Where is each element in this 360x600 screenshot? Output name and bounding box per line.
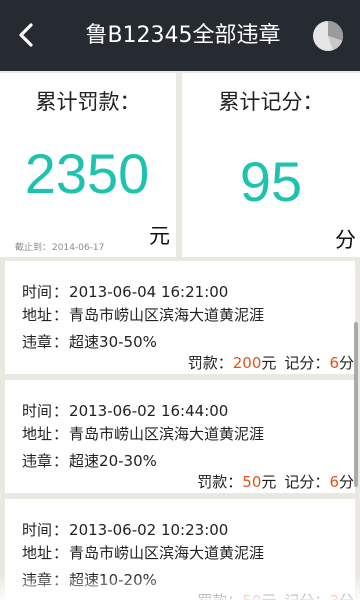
violation-label: 违章 xyxy=(22,333,53,351)
place-label: 地址 xyxy=(22,544,53,562)
points-label: 记分 xyxy=(284,592,314,600)
colon: ： xyxy=(53,283,69,301)
time-label: 时间 xyxy=(22,283,53,301)
time-value: 2013-06-02 10:23:00 xyxy=(69,521,229,539)
colon: ： xyxy=(53,452,69,470)
total-points-unit: 分 xyxy=(335,228,356,252)
violation-time: 时间：2013-06-04 16:21:00 xyxy=(22,281,228,303)
violation-card[interactable]: 时间：2013-06-04 16:21:00 地址：青岛市崂山区滨海大道黄泥涯 … xyxy=(5,261,355,374)
fine-unit: 元 xyxy=(261,592,276,600)
violation-place: 地址：青岛市崂山区滨海大道黄泥涯 xyxy=(22,304,264,326)
colon: ： xyxy=(53,402,69,420)
violation-card[interactable]: 时间：2013-06-02 10:23:00 地址：青岛市崂山区滨海大道黄泥涯 … xyxy=(5,499,355,600)
points-value: 3 xyxy=(329,592,339,600)
back-button[interactable] xyxy=(12,20,42,50)
points-label: 记分 xyxy=(284,473,315,491)
total-fine-panel: 累计罚款： 2350 截止到：2014-06-17 元 xyxy=(0,73,176,257)
total-fine-unit: 元 xyxy=(149,224,170,248)
points-unit: 分 xyxy=(339,592,354,600)
violation-label: 违章 xyxy=(22,571,53,589)
violation-penalty: 罚款：200元 记分：6分 xyxy=(188,352,354,374)
time-label: 时间 xyxy=(22,521,53,539)
colon: ： xyxy=(314,592,329,600)
fine-value: 50 xyxy=(242,473,262,491)
place-value: 青岛市崂山区滨海大道黄泥涯 xyxy=(69,425,265,443)
violation-type: 违章：超速20-30% xyxy=(22,450,157,472)
fine-value: 200 xyxy=(232,354,262,372)
violation-penalty: 罚款：50元 记分：6分 xyxy=(197,471,354,493)
total-points-label: 累计记分： xyxy=(218,90,324,114)
fine-unit: 元 xyxy=(261,354,277,372)
colon: ： xyxy=(53,306,69,324)
points-unit: 分 xyxy=(338,473,354,491)
colon: ： xyxy=(314,354,330,372)
violation-penalty: 罚款：50元记分：3分 xyxy=(197,590,354,600)
time-label: 时间 xyxy=(22,402,53,420)
violation-time: 时间：2013-06-02 16:44:00 xyxy=(22,400,228,422)
fine-value: 50 xyxy=(242,592,261,600)
violation-place: 地址：青岛市崂山区滨海大道黄泥涯 xyxy=(22,423,264,445)
colon: ： xyxy=(53,521,69,539)
violation-type: 违章：超速30-50% xyxy=(22,331,157,353)
fine-label: 罚款 xyxy=(197,473,228,491)
chevron-left-icon xyxy=(19,23,33,47)
cutoff-date-text: 截止到：2014-06-17 xyxy=(15,240,104,253)
points-value: 6 xyxy=(329,354,339,372)
time-value: 2013-06-04 16:21:00 xyxy=(69,283,229,301)
violation-label: 违章 xyxy=(22,452,53,470)
page-title: 鲁B12345全部违章 xyxy=(85,23,281,48)
colon: ： xyxy=(314,473,330,491)
violation-type: 违章：超速10-20% xyxy=(22,569,157,591)
colon: ： xyxy=(53,571,69,589)
fine-label: 罚款 xyxy=(197,592,227,600)
total-fine-label: 累计罚款： xyxy=(35,90,141,114)
violation-value: 超速20-30% xyxy=(69,452,157,470)
place-value: 青岛市崂山区滨海大道黄泥涯 xyxy=(69,544,265,562)
list-scrollbar[interactable] xyxy=(354,322,358,487)
violation-time: 时间：2013-06-02 10:23:00 xyxy=(22,519,228,541)
title-bar: 鲁B12345全部违章 xyxy=(0,0,360,71)
total-fine-value: 2350 xyxy=(24,142,150,205)
violation-card[interactable]: 时间：2013-06-02 16:44:00 地址：青岛市崂山区滨海大道黄泥涯 … xyxy=(5,380,355,493)
colon: ： xyxy=(53,425,69,443)
place-value: 青岛市崂山区滨海大道黄泥涯 xyxy=(69,306,265,324)
time-value: 2013-06-02 16:44:00 xyxy=(69,402,229,420)
pie-chart-icon xyxy=(313,20,344,51)
chart-button[interactable] xyxy=(311,19,345,53)
place-label: 地址 xyxy=(22,306,53,324)
colon: ： xyxy=(227,592,242,600)
violation-value: 超速10-20% xyxy=(69,571,157,589)
cutoff-label: 截止到： xyxy=(15,243,52,253)
points-label: 记分 xyxy=(284,354,315,372)
violation-value: 超速30-50% xyxy=(69,333,157,351)
points-value: 6 xyxy=(329,473,339,491)
colon: ： xyxy=(53,544,69,562)
points-unit: 分 xyxy=(338,354,354,372)
fine-unit: 元 xyxy=(261,473,277,491)
total-points-value: 95 xyxy=(239,150,303,213)
colon: ： xyxy=(53,333,69,351)
violation-list[interactable]: 时间：2013-06-04 16:21:00 地址：青岛市崂山区滨海大道黄泥涯 … xyxy=(0,258,360,600)
violation-place: 地址：青岛市崂山区滨海大道黄泥涯 xyxy=(22,542,264,564)
place-label: 地址 xyxy=(22,425,53,443)
colon: ： xyxy=(217,354,233,372)
total-points-panel: 累计记分： 95 分 xyxy=(182,73,360,257)
colon: ： xyxy=(227,473,243,491)
cutoff-date: 2014-06-17 xyxy=(52,243,105,253)
fine-label: 罚款 xyxy=(187,354,218,372)
